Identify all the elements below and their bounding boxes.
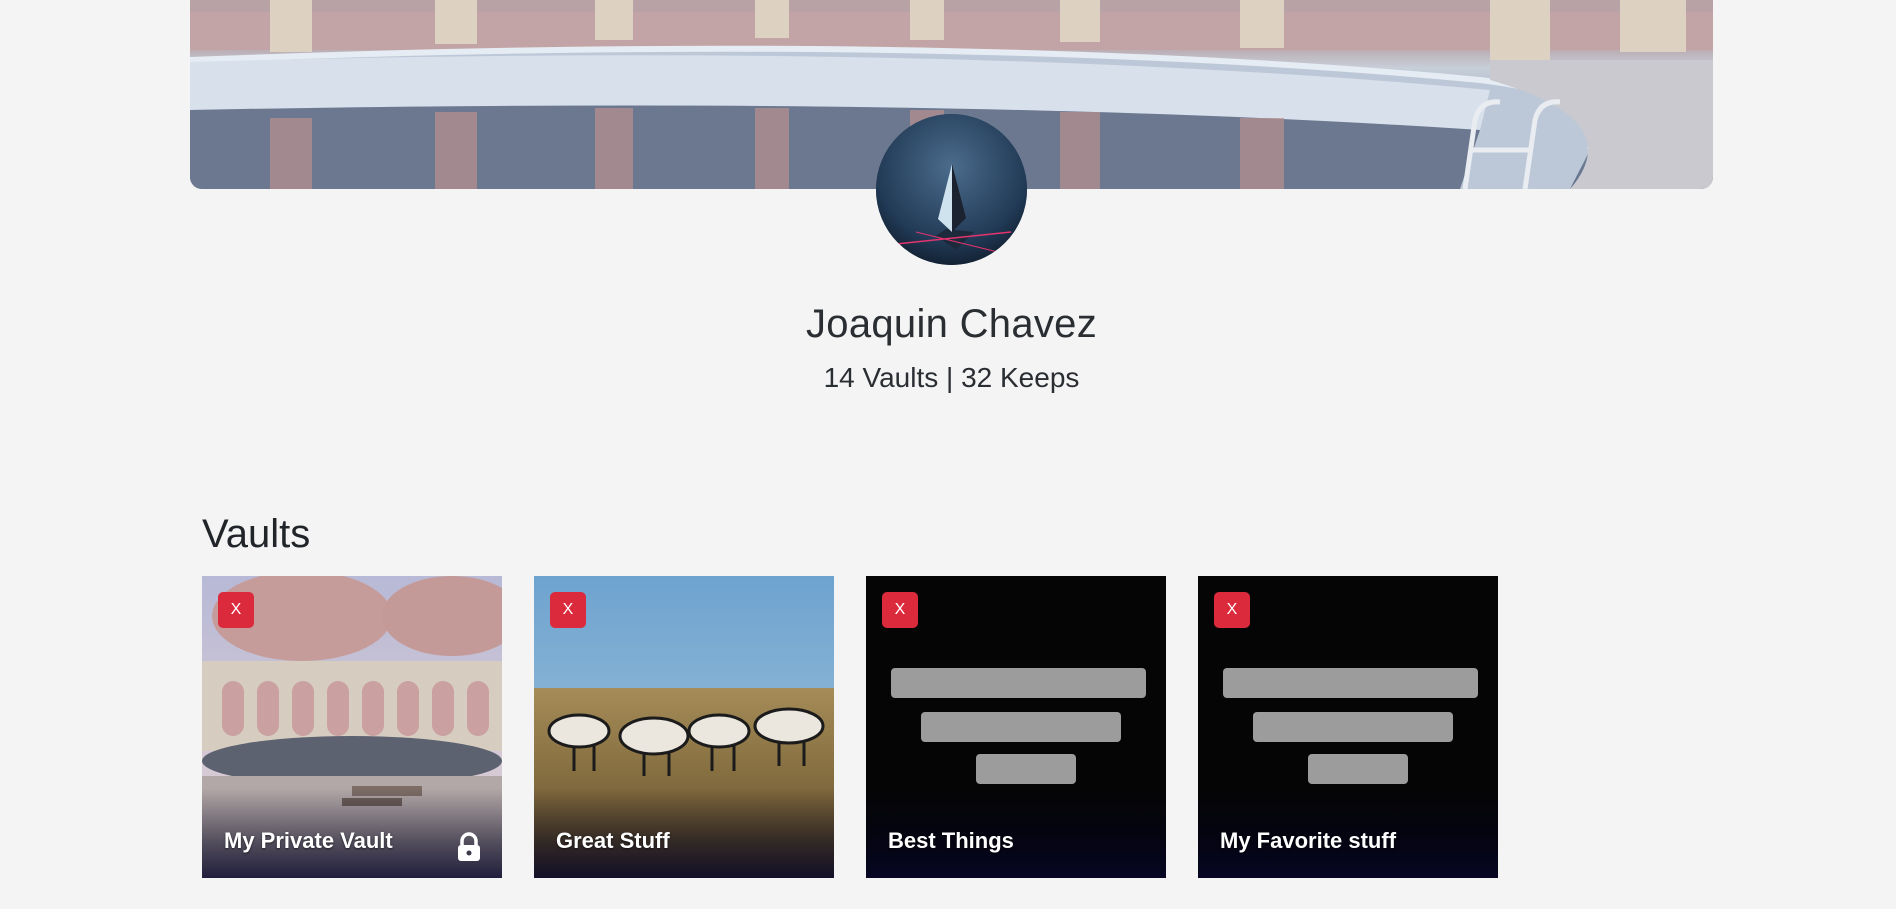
profile-page: Joaquin Chavez 14 Vaults | 32 Keeps Vaul… [0, 0, 1896, 909]
delete-vault-button[interactable]: X [1214, 592, 1250, 628]
profile-stats: 14 Vaults | 32 Keeps [823, 362, 1080, 393]
vault-title: My Favorite stuff [1220, 828, 1397, 853]
vault-card-best-things[interactable]: X Best Things [866, 576, 1166, 878]
vault-title: Best Things [888, 828, 1014, 853]
vault-title: Great Stuff [556, 828, 670, 853]
vault-card-great-stuff[interactable]: X Great Stuff [534, 576, 834, 878]
vault-grid: X My Private Vault X Great Stuff X Best … [202, 576, 1498, 878]
profile-name: Joaquin Chavez [805, 302, 1098, 346]
delete-vault-button[interactable]: X [882, 592, 918, 628]
vault-card-my-private-vault[interactable]: X My Private Vault [202, 576, 502, 878]
delete-vault-button[interactable]: X [218, 592, 254, 628]
vaults-heading: Vaults [202, 512, 311, 556]
delete-vault-button[interactable]: X [550, 592, 586, 628]
vault-card-my-favorite-stuff[interactable]: X My Favorite stuff [1198, 576, 1498, 878]
lock-icon [458, 832, 480, 861]
profile-avatar [876, 114, 1027, 265]
vault-title: My Private Vault [224, 828, 393, 853]
